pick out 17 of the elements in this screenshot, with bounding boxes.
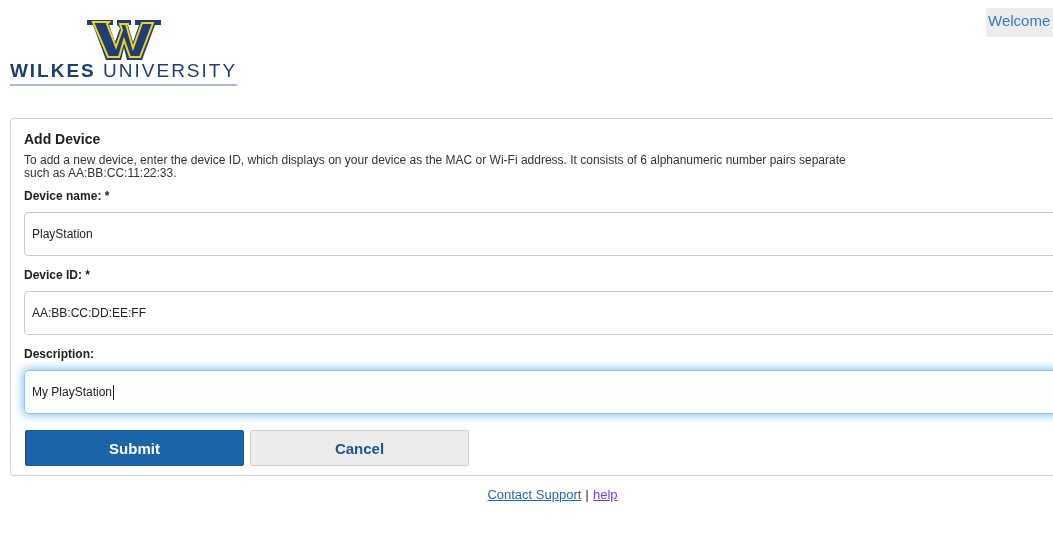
field-label: Device ID: * bbox=[24, 268, 92, 282]
submit-button[interactable]: Submit bbox=[25, 430, 244, 466]
support-link[interactable]: Contact Support bbox=[487, 487, 582, 502]
cancel-button[interactable]: Cancel bbox=[250, 430, 469, 466]
form-title: Add Device bbox=[24, 131, 102, 147]
help-link[interactable]: help bbox=[593, 487, 618, 502]
university-name: WILKES UNIVERSITY bbox=[9, 60, 238, 86]
field-label: Device name: * bbox=[24, 189, 111, 203]
field-label: Description: bbox=[24, 347, 95, 361]
input-field[interactable]: My PlayStation bbox=[24, 370, 1053, 414]
form-instructions: To add a new device, enter the device ID, which displays on your device as the MAC or Wi-Fi address. It consists of 6 alphanumeric number pairs separate such as AA:BB:CC:11:22:33. bbox=[24, 154, 847, 180]
input-field[interactable]: AA:BB:CC:DD:EE:FF bbox=[24, 291, 1053, 335]
link-separator: | bbox=[585, 487, 589, 502]
text-cursor bbox=[113, 384, 115, 400]
logo-icon bbox=[86, 20, 161, 60]
welcome-link[interactable]: Welcome bbox=[986, 8, 1053, 37]
input-field[interactable]: PlayStation bbox=[24, 212, 1053, 256]
